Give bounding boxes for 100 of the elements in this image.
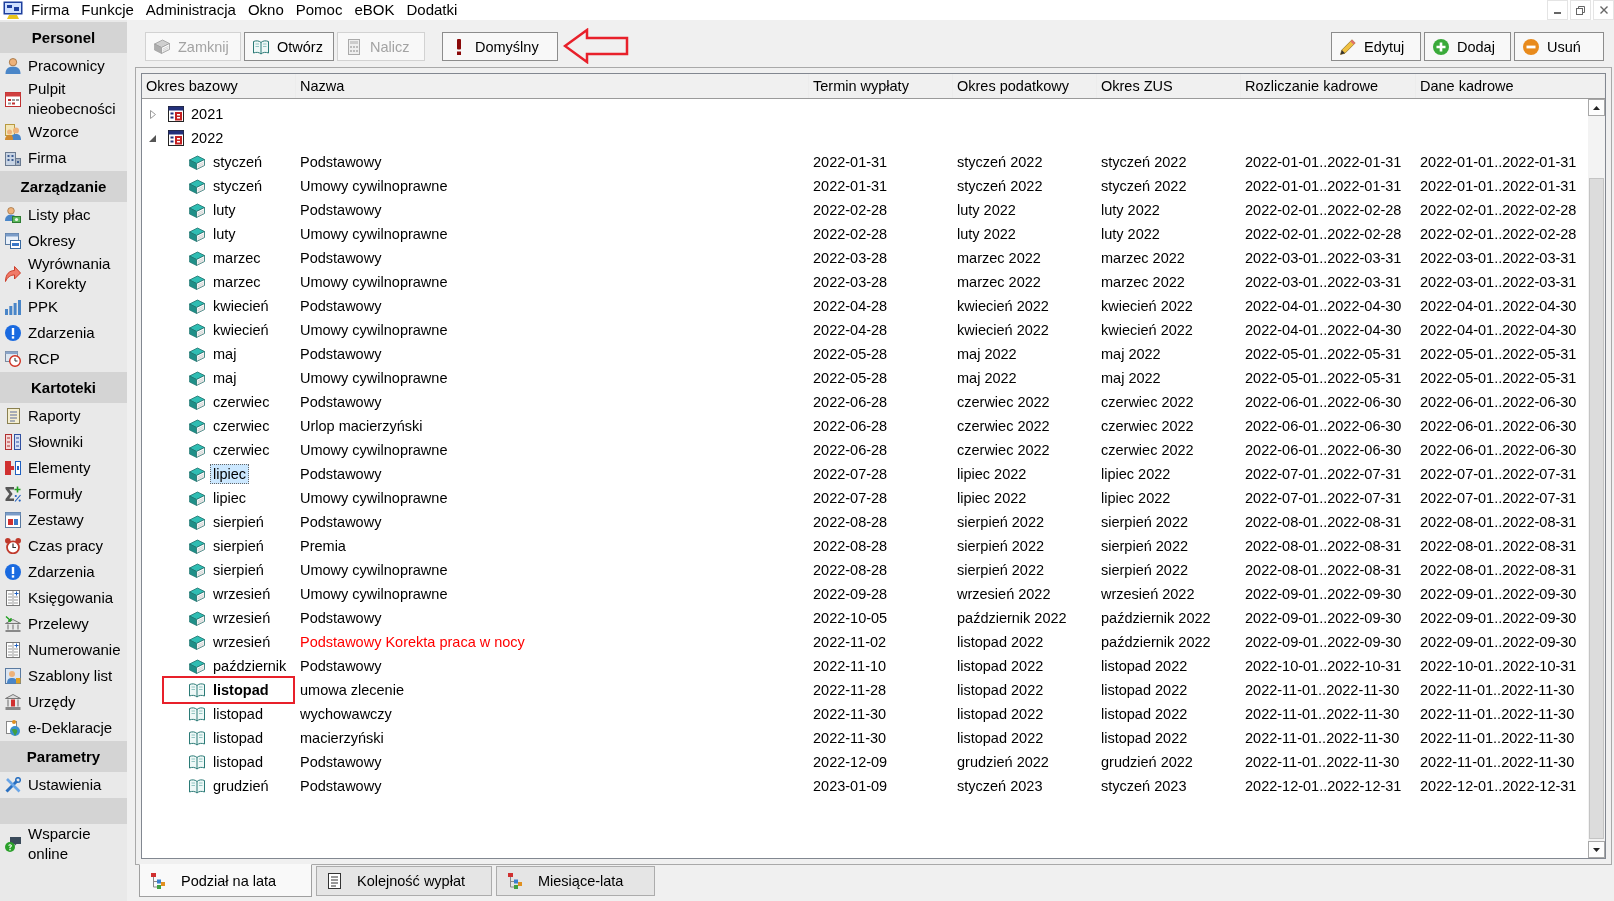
sidebar-item[interactable]: Szablony list <box>0 663 127 689</box>
column-header[interactable]: Okres bazowy <box>142 74 296 98</box>
tree-node-label[interactable]: maj <box>210 344 240 364</box>
scroll-up-button[interactable] <box>1588 99 1605 116</box>
table-cell: 2022-06-01..2022-06-30 <box>1245 394 1402 410</box>
column-header[interactable]: Okres podatkowy <box>953 74 1097 98</box>
table-cell: Premia <box>300 538 346 554</box>
toolbar-button[interactable]: Domyślny <box>442 32 558 61</box>
sidebar-item[interactable]: Elementy <box>0 455 127 481</box>
tree-node-label[interactable]: sierpień <box>210 560 267 580</box>
toolbar-button[interactable]: Edytuj <box>1331 32 1421 61</box>
toolbar-button[interactable]: Usuń <box>1514 32 1604 61</box>
table-cell: maj 2022 <box>957 370 1017 386</box>
tree-node-label[interactable]: grudzień <box>210 776 272 796</box>
tree-node-label[interactable]: listopad <box>210 680 272 700</box>
sidebar-item[interactable]: Zestawy <box>0 507 127 533</box>
column-header[interactable]: Dane kadrowe <box>1416 74 1605 98</box>
menu-item[interactable]: Dodatki <box>400 0 464 20</box>
table-cell: 2022-04-01..2022-04-30 <box>1245 322 1402 338</box>
sidebar-item[interactable]: Zdarzenia <box>0 559 127 585</box>
tree-node-label[interactable]: kwiecień <box>210 320 272 340</box>
sidebar-item[interactable]: Przelewy <box>0 611 127 637</box>
column-header[interactable]: Rozliczanie kadrowe <box>1241 74 1416 98</box>
restore-button[interactable] <box>1570 0 1591 20</box>
curved-arrow-icon <box>5 266 21 282</box>
tree-node-label[interactable]: listopad <box>210 728 266 748</box>
toolbar-button[interactable]: Dodaj <box>1424 32 1511 61</box>
table-cell: 2022-11-30 <box>813 730 887 746</box>
scroll-down-button[interactable] <box>1588 841 1605 858</box>
close-button[interactable] <box>1593 0 1614 20</box>
app-icon[interactable] <box>3 1 23 19</box>
tree-node-label[interactable]: marzec <box>210 248 264 268</box>
sidebar-item[interactable]: Formuły <box>0 481 127 507</box>
sidebar-item[interactable]: Czas pracy <box>0 533 127 559</box>
sidebar-item[interactable]: Pulpit nieobecności <box>0 79 127 119</box>
menu-item[interactable]: Firma <box>25 0 76 20</box>
menu-item[interactable]: Funkcje <box>75 0 140 20</box>
table-cell: 2022-07-01..2022-07-31 <box>1245 490 1402 506</box>
sidebar-item[interactable]: Firma <box>0 145 127 171</box>
sidebar-item[interactable]: Księgowania <box>0 585 127 611</box>
sidebar-item[interactable]: Zdarzenia <box>0 320 127 346</box>
tree-node-label[interactable]: luty <box>210 224 239 244</box>
tree-node-label[interactable]: wrzesień <box>210 608 274 628</box>
tree-node-label[interactable]: maj <box>210 368 240 388</box>
table-cell: 2022-08-01..2022-08-31 <box>1245 562 1402 578</box>
sidebar-item[interactable]: Wyrównania i Korekty <box>0 254 127 294</box>
sidebar-item[interactable]: Wzorce <box>0 119 127 145</box>
table-cell: maj 2022 <box>1101 346 1161 362</box>
tree-node-label[interactable]: sierpień <box>210 536 267 556</box>
tree-node-label[interactable]: czerwiec <box>210 392 273 412</box>
sidebar-item[interactable]: Raporty <box>0 403 127 429</box>
table-cell: 2022-11-01..2022-11-30 <box>1420 730 1575 746</box>
tree-node-label[interactable]: wrzesień <box>210 632 274 652</box>
scrollbar[interactable] <box>1588 99 1605 858</box>
tree-node-label[interactable]: 2021 <box>188 104 227 124</box>
sidebar-item[interactable]: Pracownicy <box>0 53 127 79</box>
scrollbar-thumb[interactable] <box>1589 178 1604 839</box>
tree-node-label[interactable]: sierpień <box>210 512 267 532</box>
sidebar-item[interactable]: Numerowanie <box>0 637 127 663</box>
tree-node-label[interactable]: 2022 <box>188 128 227 148</box>
tree-node-label[interactable]: wrzesień <box>210 584 274 604</box>
tree-node-label[interactable]: kwiecień <box>210 296 272 316</box>
tree-node-label[interactable]: październik <box>210 656 290 676</box>
tree-node-label[interactable]: styczeń <box>210 152 266 172</box>
tree-node-label[interactable]: marzec <box>210 272 264 292</box>
tree-node-label[interactable]: styczeń <box>210 176 266 196</box>
sidebar-item[interactable]: Okresy <box>0 228 127 254</box>
tab[interactable]: Kolejność wypłat <box>316 866 492 896</box>
minimize-button[interactable] <box>1547 0 1568 20</box>
expander-icon[interactable] <box>149 134 156 142</box>
tab[interactable]: Podział na lata <box>139 864 312 897</box>
sidebar-item[interactable]: RCP <box>0 346 127 372</box>
tree-node-label[interactable]: lipiec <box>210 488 250 508</box>
tree-node-label[interactable]: czerwiec <box>210 440 273 460</box>
tree-node-label[interactable]: lipiec <box>210 464 250 484</box>
table-cell: 2022-05-01..2022-05-31 <box>1420 370 1577 386</box>
menu-item[interactable]: Administracja <box>139 0 242 20</box>
tree-node-label[interactable]: czerwiec <box>210 416 273 436</box>
sidebar-item[interactable]: Ustawienia <box>0 772 127 798</box>
tree-node-label[interactable]: listopad <box>210 752 266 772</box>
tree-node-label[interactable]: listopad <box>210 704 266 724</box>
sidebar-item[interactable]: Słowniki <box>0 429 127 455</box>
sidebar-item[interactable]: e-Deklaracje <box>0 715 127 741</box>
table-cell: październik 2022 <box>1101 634 1211 650</box>
menu-item[interactable]: Okno <box>241 0 290 20</box>
column-header[interactable]: Termin wypłaty <box>809 74 953 98</box>
column-header[interactable]: Okres ZUS <box>1097 74 1241 98</box>
table-cell: lipiec 2022 <box>957 490 1027 506</box>
sidebar-item[interactable]: Urzędy <box>0 689 127 715</box>
menu-item[interactable]: Pomoc <box>289 0 349 20</box>
building-icon <box>5 150 21 166</box>
tree-node-label[interactable]: luty <box>210 200 239 220</box>
sidebar-item[interactable]: PPK <box>0 294 127 320</box>
column-header[interactable]: Nazwa <box>296 74 809 98</box>
sidebar-item[interactable]: Wsparcie online <box>0 824 127 864</box>
tab[interactable]: Miesiące-lata <box>496 866 655 896</box>
sidebar-item[interactable]: Listy płac <box>0 202 127 228</box>
menu-item[interactable]: eBOK <box>348 0 401 20</box>
toolbar-button[interactable]: Otwórz <box>244 32 334 61</box>
table-cell: luty 2022 <box>1101 202 1160 218</box>
